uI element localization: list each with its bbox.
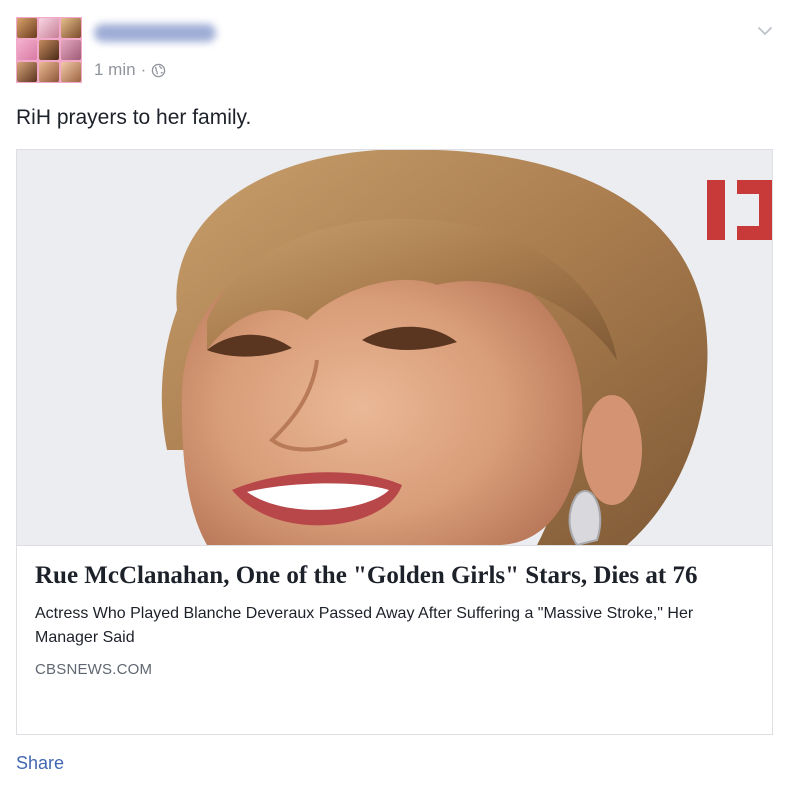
avatar-tile	[17, 40, 37, 60]
meta-separator: ·	[140, 60, 147, 79]
author-avatar[interactable]	[16, 17, 82, 83]
avatar-tile	[61, 18, 81, 38]
link-headline[interactable]: Rue McClanahan, One of the "Golden Girls…	[35, 560, 754, 592]
avatar-tile	[39, 62, 59, 82]
chevron-down-icon[interactable]	[757, 24, 773, 36]
feed-post: 1 min · RiH prayers to her family. Rue M…	[0, 0, 786, 786]
avatar-tile	[17, 18, 37, 38]
link-source-domain: CBSNEWS.COM	[35, 661, 153, 678]
link-preview-text[interactable]: Rue McClanahan, One of the "Golden Girls…	[17, 545, 772, 678]
author-name-blurred[interactable]	[94, 24, 216, 42]
post-timestamp[interactable]: 1 min	[94, 60, 136, 80]
share-button[interactable]: Share	[16, 753, 64, 774]
avatar-tile	[39, 18, 59, 38]
post-message: RiH prayers to her family.	[16, 106, 252, 129]
globe-icon[interactable]	[151, 63, 166, 78]
link-preview-image[interactable]	[17, 150, 772, 545]
avatar-tile	[61, 62, 81, 82]
avatar-tile	[39, 40, 59, 60]
post-meta: 1 min ·	[94, 60, 166, 80]
avatar-tile	[61, 40, 81, 60]
link-preview-card[interactable]: Rue McClanahan, One of the "Golden Girls…	[16, 149, 773, 735]
link-description: Actress Who Played Blanche Deveraux Pass…	[35, 605, 694, 646]
avatar-tile	[17, 62, 37, 82]
